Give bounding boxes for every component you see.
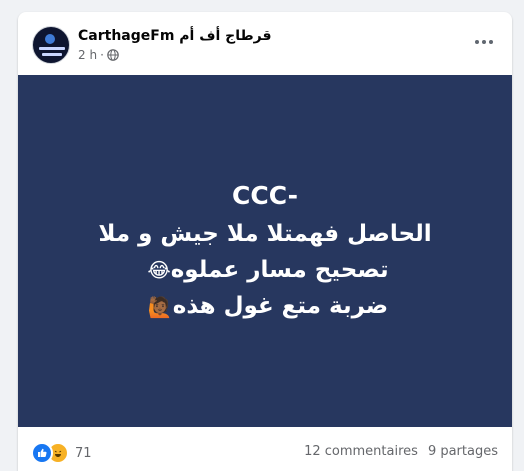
reactions-summary[interactable]: 71 — [31, 442, 92, 464]
image-text-line-3-text: تصحيح مسار عملوه — [170, 256, 389, 283]
comments-count-link[interactable]: 12 commentaires — [304, 444, 418, 459]
page-name-link[interactable]: CarthageFm قرطاج أف أم — [78, 28, 272, 44]
like-icon — [31, 442, 53, 464]
reaction-count: 71 — [75, 445, 92, 461]
image-text-line-3: تصحيح مسار عملوه😂 — [141, 252, 388, 289]
engagement-stats: 12 commentaires 9 partages — [304, 444, 498, 459]
image-text-line-4: ضربة متع غول هذه🙋🏾 — [142, 288, 388, 325]
globe-icon[interactable] — [107, 49, 119, 61]
post-image[interactable]: CCC- الحاصل فهمتلا ملا جيش و ملا تصحيح م… — [18, 75, 512, 427]
post-footer: 71 12 commentaires 9 partages — [18, 427, 512, 471]
page-avatar[interactable] — [32, 26, 70, 64]
post-meta: 2 h · — [78, 48, 119, 62]
post-header: CarthageFm قرطاج أف أم 2 h · — [18, 12, 512, 75]
post-card: CarthageFm قرطاج أف أم 2 h · CCC- الحاصل… — [18, 12, 512, 471]
image-text-line-2: الحاصل فهمتلا ملا جيش و ملا — [98, 220, 432, 247]
image-text-line-1: CCC- — [232, 180, 298, 210]
post-time[interactable]: 2 h — [78, 48, 97, 62]
shares-count-link[interactable]: 9 partages — [428, 444, 498, 459]
image-text-line-4-text: ضربة متع غول هذه — [172, 293, 389, 319]
tears-of-joy-emoji-icon: 😂 — [147, 258, 171, 282]
more-options-icon[interactable] — [466, 28, 502, 56]
raising-hand-emoji-icon: 🙋🏾 — [147, 294, 173, 319]
